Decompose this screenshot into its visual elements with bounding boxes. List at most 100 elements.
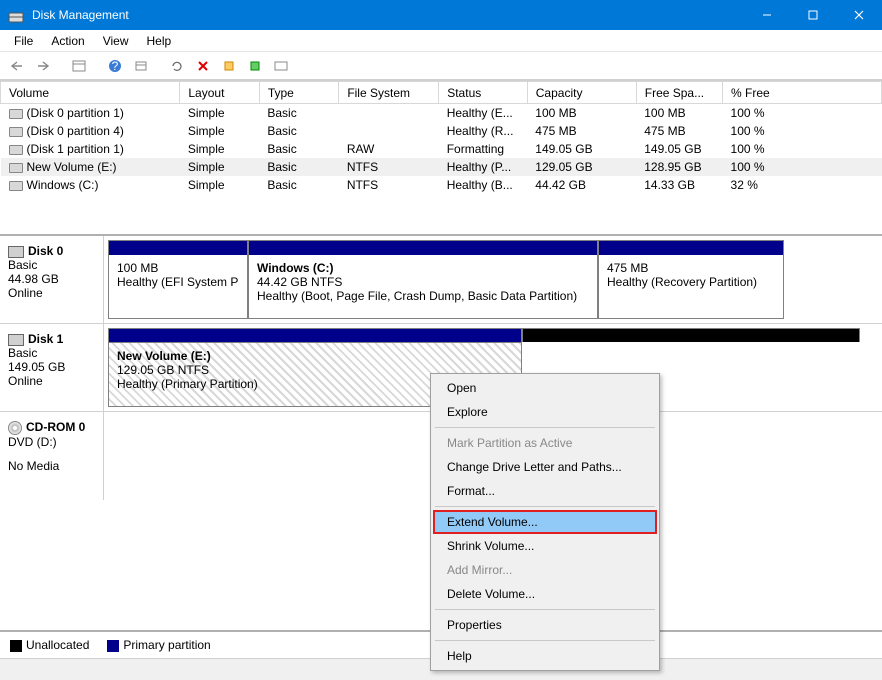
cell: NTFS: [339, 176, 439, 194]
menu-item-extend-volume[interactable]: Extend Volume...: [433, 510, 657, 534]
window-title: Disk Management: [32, 8, 744, 22]
menu-separator: [435, 506, 655, 507]
cell: Simple: [180, 122, 259, 140]
refresh-icon[interactable]: [166, 55, 188, 77]
cell: [339, 122, 439, 140]
primary-bar[interactable]: [108, 328, 522, 342]
legend-unallocated: Unallocated: [10, 638, 89, 652]
cell: [339, 104, 439, 123]
cell: Basic: [259, 176, 338, 194]
cell: 475 MB: [636, 122, 722, 140]
legend-primary: Primary partition: [107, 638, 210, 652]
toolbar: ?: [0, 52, 882, 80]
column-header[interactable]: Type: [259, 82, 338, 104]
partition[interactable]: Windows (C:)44.42 GB NTFSHealthy (Boot, …: [248, 240, 598, 319]
action3-icon[interactable]: [270, 55, 292, 77]
volume-list[interactable]: VolumeLayoutTypeFile SystemStatusCapacit…: [0, 81, 882, 236]
menu-item-help[interactable]: Help: [433, 644, 657, 668]
cell: 475 MB: [527, 122, 636, 140]
cell: (Disk 0 partition 1): [1, 104, 180, 123]
settings-icon[interactable]: [130, 55, 152, 77]
cell: 100 %: [723, 122, 882, 140]
cell: 14.33 GB: [636, 176, 722, 194]
delete-icon[interactable]: [192, 55, 214, 77]
column-header[interactable]: Volume: [1, 82, 180, 104]
menu-item-shrink-volume[interactable]: Shrink Volume...: [433, 534, 657, 558]
forward-button[interactable]: [32, 55, 54, 77]
menu-separator: [435, 609, 655, 610]
cell: 100 MB: [527, 104, 636, 123]
help-icon[interactable]: ?: [104, 55, 126, 77]
view-icon[interactable]: [68, 55, 90, 77]
column-header[interactable]: Layout: [180, 82, 259, 104]
cell: 100 %: [723, 140, 882, 158]
column-header[interactable]: % Free: [723, 82, 882, 104]
menu-item-delete-volume[interactable]: Delete Volume...: [433, 582, 657, 606]
cell: New Volume (E:): [1, 158, 180, 176]
cell: 100 %: [723, 104, 882, 123]
cell: 100 MB: [636, 104, 722, 123]
menu-item-change-drive-letter-and-paths[interactable]: Change Drive Letter and Paths...: [433, 455, 657, 479]
cell: 128.95 GB: [636, 158, 722, 176]
cell: RAW: [339, 140, 439, 158]
disk-info[interactable]: Disk 0Basic44.98 GBOnline: [0, 236, 104, 323]
partition[interactable]: 100 MBHealthy (EFI System Partition): [108, 240, 248, 319]
menu-view[interactable]: View: [95, 32, 137, 50]
menu-item-add-mirror: Add Mirror...: [433, 558, 657, 582]
volume-row[interactable]: (Disk 0 partition 4)SimpleBasicHealthy (…: [1, 122, 882, 140]
unallocated-bar[interactable]: [522, 328, 860, 342]
cell: 149.05 GB: [527, 140, 636, 158]
volume-icon: [9, 181, 23, 191]
cell: Basic: [259, 140, 338, 158]
partition-bar: [249, 241, 597, 255]
context-menu[interactable]: OpenExplore Mark Partition as ActiveChang…: [430, 373, 660, 671]
cell: Basic: [259, 104, 338, 123]
menu-item-explore[interactable]: Explore: [433, 400, 657, 424]
disk-icon: [8, 334, 24, 346]
cell: 100 %: [723, 158, 882, 176]
volume-icon: [9, 145, 23, 155]
cell: Healthy (E...: [439, 104, 528, 123]
svg-text:?: ?: [112, 59, 119, 73]
cell: Simple: [180, 176, 259, 194]
volume-table: VolumeLayoutTypeFile SystemStatusCapacit…: [0, 81, 882, 194]
action2-icon[interactable]: [244, 55, 266, 77]
cdrom-icon: [8, 421, 22, 435]
maximize-button[interactable]: [790, 0, 836, 30]
partitions: 100 MBHealthy (EFI System Partition)Wind…: [104, 236, 882, 323]
disk-info[interactable]: Disk 1Basic149.05 GBOnline: [0, 324, 104, 411]
action1-icon[interactable]: [218, 55, 240, 77]
cell: Healthy (P...: [439, 158, 528, 176]
volume-row[interactable]: Windows (C:)SimpleBasicNTFSHealthy (B...…: [1, 176, 882, 194]
titlebar[interactable]: Disk Management: [0, 0, 882, 30]
menu-item-mark-partition-as-active: Mark Partition as Active: [433, 431, 657, 455]
menu-item-open[interactable]: Open: [433, 376, 657, 400]
minimize-button[interactable]: [744, 0, 790, 30]
volume-row[interactable]: (Disk 1 partition 1)SimpleBasicRAWFormat…: [1, 140, 882, 158]
menu-action[interactable]: Action: [43, 32, 92, 50]
column-header[interactable]: Status: [439, 82, 528, 104]
volume-icon: [9, 127, 23, 137]
volume-row[interactable]: (Disk 0 partition 1)SimpleBasicHealthy (…: [1, 104, 882, 123]
menu-help[interactable]: Help: [139, 32, 180, 50]
disk-row: Disk 0Basic44.98 GBOnline100 MBHealthy (…: [0, 236, 882, 324]
menu-item-properties[interactable]: Properties: [433, 613, 657, 637]
volume-icon: [9, 163, 23, 173]
column-header[interactable]: File System: [339, 82, 439, 104]
cell: Simple: [180, 158, 259, 176]
back-button[interactable]: [6, 55, 28, 77]
cell: 32 %: [723, 176, 882, 194]
column-header[interactable]: Capacity: [527, 82, 636, 104]
cell: Basic: [259, 158, 338, 176]
close-button[interactable]: [836, 0, 882, 30]
partition[interactable]: 475 MBHealthy (Recovery Partition): [598, 240, 784, 319]
menu-file[interactable]: File: [6, 32, 41, 50]
menu-item-format[interactable]: Format...: [433, 479, 657, 503]
disk-info[interactable]: CD-ROM 0DVD (D:)No Media: [0, 412, 104, 500]
volume-row[interactable]: New Volume (E:)SimpleBasicNTFSHealthy (P…: [1, 158, 882, 176]
column-header[interactable]: Free Spa...: [636, 82, 722, 104]
app-icon: [8, 7, 24, 23]
cell: NTFS: [339, 158, 439, 176]
cell: (Disk 1 partition 1): [1, 140, 180, 158]
cell: Healthy (R...: [439, 122, 528, 140]
